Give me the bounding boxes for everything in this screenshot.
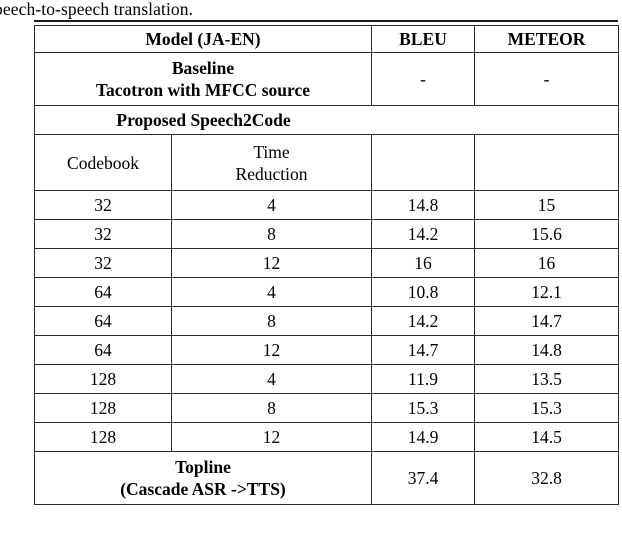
table-row: 32 8 14.2 15.6	[34, 219, 619, 249]
cell-meteor: 15.3	[474, 393, 619, 423]
table-row: 128 12 14.9 14.5	[34, 422, 619, 452]
cell-codebook: 64	[34, 306, 172, 336]
body-text-above-table: peech-to-speech translation.	[0, 0, 194, 19]
topline-meteor-cell: 32.8	[474, 451, 619, 505]
cell-bleu: 14.7	[371, 335, 475, 365]
cell-time-reduction: 8	[171, 219, 372, 249]
cell-meteor: 14.5	[474, 422, 619, 452]
cell-time-reduction: 4	[171, 190, 372, 220]
topline-title-line2: (Cascade ASR ->TTS)	[120, 479, 286, 499]
cell-bleu: 15.3	[371, 393, 475, 423]
header-cell-bleu: BLEU	[371, 25, 475, 53]
cell-meteor: 16	[474, 248, 619, 278]
table-subheader-row: Codebook Time Reduction	[34, 134, 619, 191]
cell-bleu: 16	[371, 248, 475, 278]
topline-model-cell: Topline (Cascade ASR ->TTS)	[34, 451, 372, 505]
cell-bleu: 14.2	[371, 219, 475, 249]
cell-codebook: 128	[34, 422, 172, 452]
table-row: 64 8 14.2 14.7	[34, 306, 619, 336]
section-label-cell: Proposed Speech2Code	[34, 105, 619, 135]
cell-meteor: 13.5	[474, 364, 619, 394]
cell-bleu: 10.8	[371, 277, 475, 307]
cell-time-reduction: 12	[171, 335, 372, 365]
cell-time-reduction: 12	[171, 422, 372, 452]
cell-bleu: 11.9	[371, 364, 475, 394]
subheader-time-line2: Reduction	[235, 163, 308, 184]
cell-time-reduction: 8	[171, 393, 372, 423]
table-header-row: Model (JA-EN) BLEU METEOR	[34, 25, 619, 53]
cell-meteor: 12.1	[474, 277, 619, 307]
table-row: 128 8 15.3 15.3	[34, 393, 619, 423]
cell-codebook: 128	[34, 393, 172, 423]
results-table: Model (JA-EN) BLEU METEOR Baseline Tacot…	[34, 25, 619, 505]
topline-title-line1: Topline	[175, 457, 231, 477]
table-row-baseline: Baseline Tacotron with MFCC source - -	[34, 52, 619, 106]
table-row: 32 4 14.8 15	[34, 190, 619, 220]
baseline-title-line2: Tacotron with MFCC source	[95, 80, 311, 100]
table-row: 64 12 14.7 14.8	[34, 335, 619, 365]
cell-bleu: 14.8	[371, 190, 475, 220]
subheader-cell-time-reduction: Time Reduction	[171, 134, 372, 191]
cell-time-reduction: 4	[171, 364, 372, 394]
cell-codebook: 64	[34, 277, 172, 307]
baseline-bleu-cell: -	[371, 52, 475, 106]
cell-time-reduction: 8	[171, 306, 372, 336]
header-cell-meteor: METEOR	[474, 25, 619, 53]
subheader-time-line1: Time	[253, 141, 290, 162]
cell-meteor: 15.6	[474, 219, 619, 249]
subheader-cell-codebook: Codebook	[34, 134, 172, 191]
baseline-title-line1: Baseline	[171, 58, 235, 78]
header-cell-model: Model (JA-EN)	[34, 25, 372, 53]
table-row: 128 4 11.9 13.5	[34, 364, 619, 394]
subheader-cell-meteor-blank	[474, 134, 619, 191]
baseline-model-cell: Baseline Tacotron with MFCC source	[34, 52, 372, 106]
cell-bleu: 14.9	[371, 422, 475, 452]
table-row: 32 12 16 16	[34, 248, 619, 278]
cell-codebook: 64	[34, 335, 172, 365]
table-top-rule	[34, 20, 618, 22]
cell-bleu: 14.2	[371, 306, 475, 336]
cell-codebook: 32	[34, 219, 172, 249]
baseline-meteor-cell: -	[474, 52, 619, 106]
cell-time-reduction: 12	[171, 248, 372, 278]
results-table-container: Model (JA-EN) BLEU METEOR Baseline Tacot…	[34, 25, 619, 505]
topline-bleu-cell: 37.4	[371, 451, 475, 505]
table-row-topline: Topline (Cascade ASR ->TTS) 37.4 32.8	[34, 451, 619, 505]
table-row: 64 4 10.8 12.1	[34, 277, 619, 307]
cell-meteor: 14.7	[474, 306, 619, 336]
subheader-cell-bleu-blank	[371, 134, 475, 191]
cell-codebook: 128	[34, 364, 172, 394]
cell-time-reduction: 4	[171, 277, 372, 307]
cell-codebook: 32	[34, 190, 172, 220]
cell-meteor: 14.8	[474, 335, 619, 365]
cell-meteor: 15	[474, 190, 619, 220]
cell-codebook: 32	[34, 248, 172, 278]
section-label-text: Proposed Speech2Code	[116, 110, 291, 130]
table-section-row-proposed: Proposed Speech2Code	[34, 105, 619, 135]
